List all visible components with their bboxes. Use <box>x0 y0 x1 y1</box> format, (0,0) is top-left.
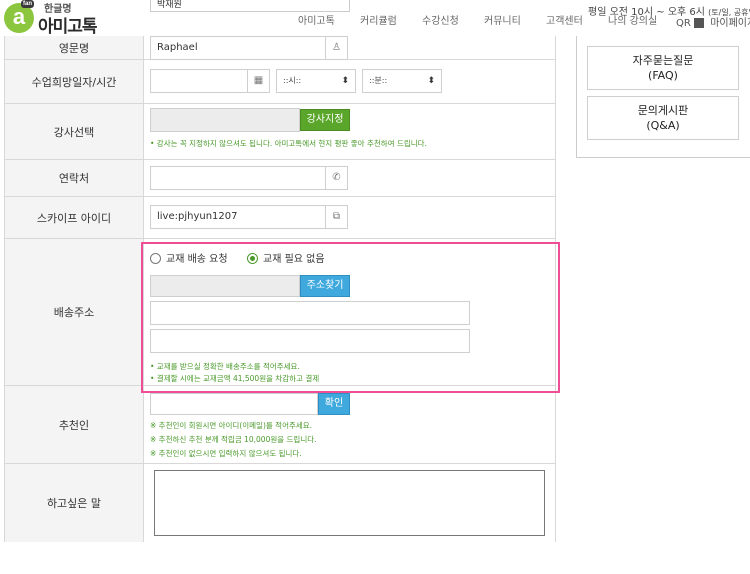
row-skype: 스카이프 아이디 live:pjhyun1207 ⧉ <box>5 197 555 239</box>
person-icon: ♙ <box>325 37 347 59</box>
label-message: 하고싶은 말 <box>5 464 144 542</box>
label-contact: 연락처 <box>5 160 144 196</box>
radio-no-textbook[interactable]: 교재 필요 없음 <box>247 250 325 265</box>
contact-input[interactable]: ✆ <box>150 166 348 190</box>
label-referrer: 추천인 <box>5 386 144 463</box>
row-schedule: 수업희망일자/시간 ▦ ::시:: ⬍ ::분:: ⬍ <box>5 60 555 104</box>
faq-title: 자주묻는질문 <box>632 54 694 67</box>
referrer-input[interactable] <box>150 393 318 415</box>
radio-request-dot <box>150 253 161 264</box>
hour-select-value: ::시:: <box>283 76 302 85</box>
referrer-confirm-button[interactable]: 확인 <box>318 393 350 415</box>
teacher-note: • 강사는 꼭 지정하지 않으셔도 됩니다. 아미고톡에서 현지 평판 좋아 추… <box>150 139 427 148</box>
logo-badge: fan <box>21 0 34 8</box>
minute-select-value: ::분:: <box>369 76 388 85</box>
shipping-note-1: • 교재를 받으실 정확한 배송주소를 적어주세요. <box>150 362 300 371</box>
top-name-field[interactable]: 박재원 <box>150 0 350 12</box>
qna-title: 문의게시판 <box>637 104 689 117</box>
calendar-icon[interactable]: ▦ <box>247 70 269 92</box>
radio-request-label: 교재 배송 요청 <box>166 254 228 265</box>
row-english-name: 영문명 Raphael ♙ <box>5 36 555 60</box>
label-skype: 스카이프 아이디 <box>5 197 144 238</box>
zip-input[interactable] <box>150 275 300 297</box>
header: a fan 한글명 아미고톡 박재원 아미고톡 커리큘럼 수강신청 커뮤니티 고객… <box>0 0 750 37</box>
logo[interactable]: a fan 한글명 아미고톡 <box>4 0 104 37</box>
nav-item-support[interactable]: 고객센터 <box>546 12 583 27</box>
shipping-note-2: • 결제할 시에는 교재금액 41,500원을 차감하고 결제 <box>150 374 320 383</box>
english-name-value: Raphael <box>157 42 198 53</box>
address-line1-input[interactable] <box>150 301 470 325</box>
mypage-label: 마이페이지 <box>710 18 750 29</box>
minute-select-arrow-icon: ⬍ <box>427 76 435 86</box>
assign-teacher-button[interactable]: 강사지정 <box>300 109 350 131</box>
teacher-input[interactable] <box>150 108 300 132</box>
english-name-input[interactable]: Raphael ♙ <box>150 36 348 60</box>
radio-request-textbook[interactable]: 교재 배송 요청 <box>150 250 228 265</box>
mypage-icon <box>694 18 705 28</box>
row-teacher: 강사선택 강사지정 • 강사는 꼭 지정하지 않으셔도 됩니다. 아미고톡에서 … <box>5 104 555 160</box>
row-referrer: 추천인 확인 ※ 추천인이 회원시면 아이디(이메일)를 적어주세요. ※ 추천… <box>5 386 555 464</box>
faq-subtitle: (FAQ) <box>648 69 678 82</box>
row-contact: 연락처 ✆ <box>5 160 555 197</box>
referrer-note-1: ※ 추천인이 회원시면 아이디(이메일)를 적어주세요. <box>150 421 313 430</box>
row-shipping: 배송주소 교재 배송 요청 교재 필요 없음 주소찾기 • 교재를 받으실 정확… <box>5 239 555 386</box>
referrer-note-2: ※ 추천하신 추천 분께 적립금 10,000원을 드립니다. <box>150 435 317 444</box>
hour-select-arrow-icon: ⬍ <box>341 76 349 86</box>
label-schedule: 수업희망일자/시간 <box>5 60 144 103</box>
application-form: 영문명 Raphael ♙ 수업희망일자/시간 ▦ ::시:: ⬍::분:: … <box>4 36 556 542</box>
skype-value: live:pjhyun1207 <box>157 211 238 222</box>
row-message: 하고싶은 말 <box>5 464 555 542</box>
nav-item-community[interactable]: 커뮤니티 <box>484 12 521 27</box>
skype-input[interactable]: live:pjhyun1207 ⧉ <box>150 205 348 229</box>
logo-mark: a fan <box>4 0 34 33</box>
nav-item-curriculum[interactable]: 커리큘럼 <box>360 12 397 27</box>
address-line2-input[interactable] <box>150 329 470 353</box>
date-input[interactable]: ▦ <box>150 69 270 93</box>
radio-no-textbook-dot <box>247 253 258 264</box>
qr-text: QR <box>676 18 691 29</box>
nav-item-amigotalk[interactable]: 아미고톡 <box>298 12 335 27</box>
qna-button[interactable]: 문의게시판 (Q&A) <box>587 96 739 140</box>
phone-icon: ✆ <box>325 167 347 189</box>
message-textarea[interactable] <box>154 470 545 536</box>
label-english-name: 영문명 <box>5 36 144 59</box>
address-search-button[interactable]: 주소찾기 <box>300 275 350 297</box>
skype-icon: ⧉ <box>325 206 347 228</box>
minute-select[interactable]: ::분:: ⬍ <box>362 69 442 93</box>
faq-button[interactable]: 자주묻는질문 (FAQ) <box>587 46 739 90</box>
side-panel: 자주묻는질문 (FAQ) 문의게시판 (Q&A) <box>576 36 750 158</box>
hour-select[interactable]: ::시:: ⬍ <box>276 69 356 93</box>
nav-item-enroll[interactable]: 수강신청 <box>422 12 459 27</box>
referrer-note-3: ※ 추천인이 없으시면 입력하지 않으셔도 됩니다. <box>150 449 302 458</box>
mypage-link[interactable]: QR 마이페이지 <box>676 14 750 29</box>
radio-no-textbook-label: 교재 필요 없음 <box>263 254 325 265</box>
page: a fan 한글명 아미고톡 박재원 아미고톡 커리큘럼 수강신청 커뮤니티 고객… <box>0 0 750 574</box>
logo-main-text: 아미고톡 <box>38 17 98 37</box>
label-shipping: 배송주소 <box>5 239 144 385</box>
qna-subtitle: (Q&A) <box>646 119 680 132</box>
label-teacher: 강사선택 <box>5 104 144 159</box>
